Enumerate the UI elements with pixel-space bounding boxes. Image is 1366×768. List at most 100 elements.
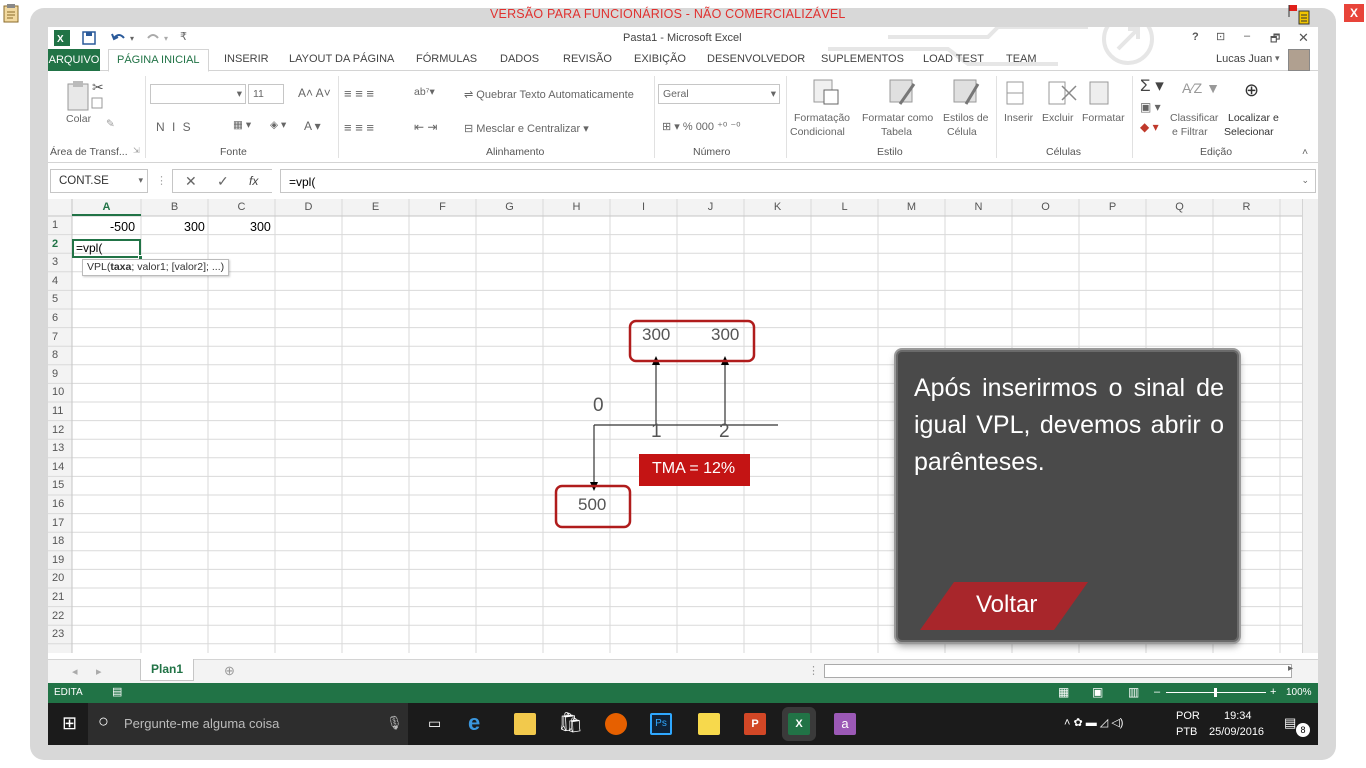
clock-date[interactable]: 25/09/2016 <box>1209 726 1264 738</box>
row-header-15[interactable]: 15 <box>52 479 64 491</box>
align-left-icon[interactable]: ≡ ≡ ≡ <box>344 120 374 135</box>
scroll-right-icon[interactable]: ▸ <box>96 665 102 678</box>
help-button[interactable]: ? <box>1192 31 1199 43</box>
row-header-1[interactable]: 1 <box>52 219 58 231</box>
row-header-2[interactable]: 2 <box>52 238 58 250</box>
conditional-format-label[interactable]: Formatação <box>794 112 850 124</box>
orientation-icon[interactable]: ab⁷▾ <box>414 86 435 98</box>
column-header-d[interactable]: D <box>275 201 342 213</box>
sheet-tab-plan1[interactable]: Plan1 <box>140 659 194 681</box>
conditional-format-icon[interactable] <box>812 78 842 108</box>
tab-load-test[interactable]: LOAD TEST <box>923 53 984 65</box>
row-header-3[interactable]: 3 <box>52 256 58 268</box>
format-table-label-2[interactable]: Tabela <box>881 126 912 138</box>
normal-view-icon[interactable]: ▦ <box>1058 685 1069 699</box>
column-header-b[interactable]: B <box>141 201 208 213</box>
column-header-a[interactable]: A <box>72 201 141 213</box>
paste-icon[interactable]: ✂ <box>66 78 106 112</box>
bold-italic-underline[interactable]: N I S <box>156 120 193 134</box>
row-header-9[interactable]: 9 <box>52 368 58 380</box>
row-header-6[interactable]: 6 <box>52 312 58 324</box>
column-header-c[interactable]: C <box>208 201 275 213</box>
macro-record-icon[interactable]: ▤ <box>112 685 122 698</box>
row-header-11[interactable]: 11 <box>52 405 63 417</box>
name-box[interactable]: CONT.SE ▾ <box>50 169 148 193</box>
active-cell-a2[interactable]: =vpl( <box>72 239 143 260</box>
tab-suplementos[interactable]: SUPLEMENTOS <box>821 53 904 65</box>
clear-icon[interactable]: ◆ ▾ <box>1140 120 1159 134</box>
app-icon[interactable]: a <box>834 713 856 735</box>
powerpoint-icon[interactable]: P <box>744 713 766 735</box>
cell-styles-label[interactable]: Estilos de <box>943 112 989 124</box>
ribbon-display-button[interactable]: ⊡ <box>1216 30 1225 43</box>
row-header-12[interactable]: 12 <box>52 424 64 436</box>
photoshop-icon[interactable]: Ps <box>650 713 672 735</box>
column-header-e[interactable]: E <box>342 201 409 213</box>
format-cells-icon[interactable] <box>1088 78 1110 106</box>
insert-cells-label[interactable]: Inserir <box>1004 112 1033 124</box>
fill-color-icon[interactable]: ◈ ▾ <box>270 119 286 131</box>
row-header-4[interactable]: 4 <box>52 275 58 287</box>
format-table-icon[interactable] <box>888 78 918 108</box>
tab-dados[interactable]: DADOS <box>500 53 539 65</box>
row-header-10[interactable]: 10 <box>52 386 64 398</box>
column-header-n[interactable]: N <box>945 201 1012 213</box>
customize-toolbar-icon[interactable]: ₹ <box>180 30 187 43</box>
tray-icons[interactable]: ˄ ✿ ▬ ◿ ◁) <box>1064 716 1123 729</box>
avatar[interactable] <box>1288 49 1310 71</box>
minimize-button[interactable]: – <box>1244 30 1250 42</box>
column-header-r[interactable]: R <box>1213 201 1280 213</box>
cell-c1[interactable]: 300 <box>250 220 271 234</box>
row-header-23[interactable]: 23 <box>52 628 64 640</box>
find-select-icon[interactable]: ⊕ <box>1244 80 1259 101</box>
zoom-out-icon[interactable]: – <box>1154 686 1160 698</box>
tab-team[interactable]: TEAM <box>1006 53 1037 65</box>
close-presentation-button[interactable]: X <box>1344 4 1364 22</box>
align-top-icon[interactable]: ≡ ≡ ≡ <box>344 86 374 101</box>
column-header-f[interactable]: F <box>409 201 476 213</box>
indent-icon[interactable]: ⇤ ⇥ <box>414 120 437 134</box>
formula-input[interactable]: =vpl(⌄ <box>280 169 1316 193</box>
excel-taskbar-icon[interactable]: X <box>788 713 810 735</box>
wrap-text-button[interactable]: ⇌ Quebrar Texto Automaticamente <box>464 88 634 101</box>
find-select-label[interactable]: Localizar e <box>1228 112 1279 124</box>
function-tooltip[interactable]: VPL(taxa; valor1; [valor2]; ...) <box>82 259 230 276</box>
action-center-icon[interactable]: ▤ <box>1284 715 1296 731</box>
row-header-18[interactable]: 18 <box>52 535 64 547</box>
font-size-select[interactable]: 11 <box>248 84 284 104</box>
tab-layout[interactable]: LAYOUT DA PÁGINA <box>289 53 394 65</box>
column-header-m[interactable]: M <box>878 201 945 213</box>
row-header-16[interactable]: 16 <box>52 498 64 510</box>
zoom-thumb[interactable] <box>1214 688 1217 697</box>
tab-exibicao[interactable]: EXIBIÇÃO <box>634 53 686 65</box>
dialog-launcher-icon[interactable]: ⇲ <box>133 146 140 155</box>
sticky-notes-icon[interactable] <box>698 713 720 735</box>
format-table-label[interactable]: Formatar como <box>862 112 933 124</box>
column-header-i[interactable]: I <box>610 201 677 213</box>
cancel-entry-icon[interactable]: ✕ <box>185 173 197 190</box>
merge-center-button[interactable]: ⊟ Mesclar e Centralizar ▾ <box>464 122 589 135</box>
firefox-icon[interactable] <box>605 713 627 735</box>
notes-icon[interactable] <box>1287 3 1311 25</box>
column-header-h[interactable]: H <box>543 201 610 213</box>
conditional-format-label-2[interactable]: Condicional <box>790 126 845 138</box>
close-button[interactable]: ✕ <box>1298 30 1309 46</box>
restore-button[interactable]: 🗗 <box>1270 30 1280 49</box>
font-name-select[interactable]: ▾ <box>150 84 246 104</box>
sort-filter-label[interactable]: Classificar <box>1170 112 1218 124</box>
tab-desenvolvedor[interactable]: DESENVOLVEDOR <box>707 53 805 65</box>
row-header-7[interactable]: 7 <box>52 331 58 343</box>
splitter-icon[interactable]: ⋮ <box>808 664 819 677</box>
page-layout-view-icon[interactable]: ▣ <box>1092 685 1103 699</box>
edge-icon[interactable]: e <box>468 712 490 735</box>
cell-styles-label-2[interactable]: Célula <box>947 126 977 138</box>
cell-styles-icon[interactable] <box>952 78 982 108</box>
collapse-ribbon-icon[interactable]: ˄ <box>1302 146 1308 158</box>
column-header-p[interactable]: P <box>1079 201 1146 213</box>
task-view-icon[interactable]: ▭ <box>428 715 441 732</box>
confirm-entry-icon[interactable]: ✓ <box>217 173 229 190</box>
row-header-21[interactable]: 21 <box>52 591 64 603</box>
tab-arquivo[interactable]: ARQUIVO <box>48 49 100 71</box>
delete-cells-label[interactable]: Excluir <box>1042 112 1074 124</box>
input-language-2[interactable]: PTB <box>1176 726 1197 738</box>
